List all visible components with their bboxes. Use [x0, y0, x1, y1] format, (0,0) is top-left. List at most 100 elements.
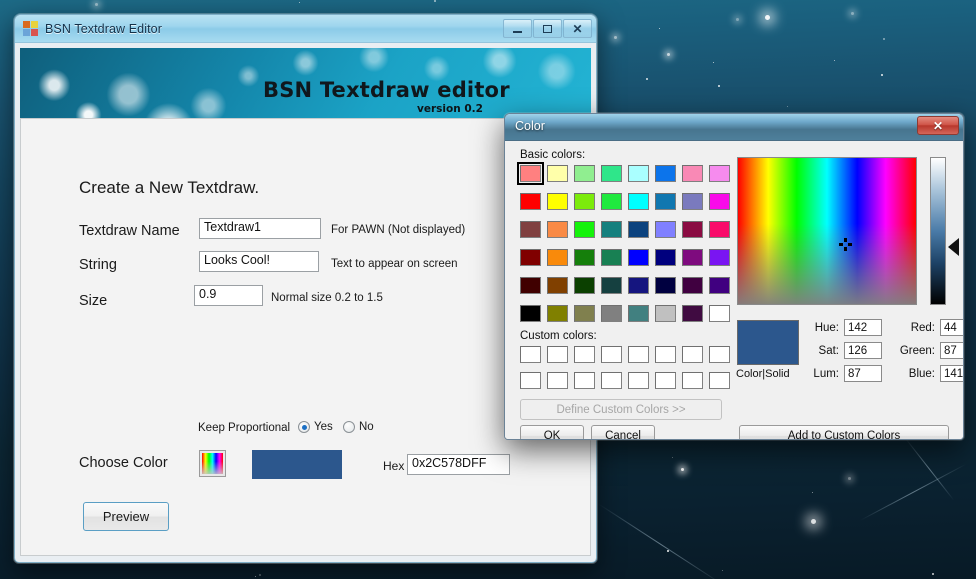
custom-color-swatch[interactable] — [628, 372, 649, 389]
basic-color-swatch[interactable] — [709, 165, 730, 182]
basic-color-swatch[interactable] — [655, 305, 676, 322]
blue-row: Blue: 141 — [891, 365, 963, 382]
basic-color-swatch[interactable] — [520, 277, 541, 294]
custom-color-swatch[interactable] — [628, 346, 649, 363]
basic-color-swatch[interactable] — [574, 249, 595, 266]
custom-colors-grid[interactable] — [520, 346, 734, 393]
color-dialog: Color ✕ Basic colors: Custom colors: Def… — [504, 113, 964, 440]
basic-color-swatch[interactable] — [655, 193, 676, 210]
basic-color-swatch[interactable] — [601, 193, 622, 210]
basic-color-swatch[interactable] — [547, 165, 568, 182]
custom-color-swatch[interactable] — [655, 372, 676, 389]
basic-color-swatch[interactable] — [517, 162, 544, 185]
custom-color-swatch[interactable] — [601, 346, 622, 363]
basic-color-swatch[interactable] — [682, 221, 703, 238]
custom-color-swatch[interactable] — [709, 346, 730, 363]
basic-color-swatch[interactable] — [520, 305, 541, 322]
basic-color-swatch[interactable] — [682, 249, 703, 266]
basic-color-swatch[interactable] — [628, 305, 649, 322]
basic-color-swatch[interactable] — [709, 249, 730, 266]
basic-color-swatch[interactable] — [682, 165, 703, 182]
custom-color-swatch[interactable] — [520, 346, 541, 363]
wallpaper-streak — [904, 437, 955, 501]
custom-color-swatch[interactable] — [682, 372, 703, 389]
basic-color-swatch[interactable] — [628, 193, 649, 210]
basic-color-swatch[interactable] — [601, 221, 622, 238]
basic-colors-grid[interactable] — [517, 162, 734, 326]
custom-color-swatch[interactable] — [547, 372, 568, 389]
maximize-button[interactable] — [533, 19, 562, 38]
custom-color-swatch[interactable] — [574, 372, 595, 389]
basic-color-swatch[interactable] — [628, 249, 649, 266]
basic-color-swatch[interactable] — [574, 165, 595, 182]
size-input[interactable]: 0.9 — [194, 285, 263, 306]
radio-keep-proportional-yes[interactable]: Yes — [298, 421, 333, 433]
basic-color-swatch[interactable] — [655, 165, 676, 182]
custom-color-swatch[interactable] — [682, 346, 703, 363]
basic-color-swatch[interactable] — [655, 221, 676, 238]
basic-color-swatch[interactable] — [709, 193, 730, 210]
basic-color-swatch[interactable] — [709, 277, 730, 294]
preview-button[interactable]: Preview — [83, 502, 169, 531]
basic-color-swatch[interactable] — [682, 305, 703, 322]
basic-color-swatch[interactable] — [655, 277, 676, 294]
basic-color-swatch[interactable] — [547, 249, 568, 266]
custom-color-swatch[interactable] — [547, 346, 568, 363]
textdraw-name-input[interactable]: Textdraw1 — [199, 218, 321, 239]
blue-input[interactable]: 141 — [940, 365, 963, 382]
basic-color-swatch[interactable] — [655, 249, 676, 266]
sat-input[interactable]: 126 — [844, 342, 882, 359]
color-field-crosshair-icon — [839, 238, 852, 251]
custom-color-swatch[interactable] — [709, 372, 730, 389]
ok-button[interactable]: OK — [520, 425, 584, 439]
basic-color-swatch[interactable] — [520, 193, 541, 210]
basic-color-swatch[interactable] — [547, 193, 568, 210]
minimize-button[interactable] — [503, 19, 532, 38]
custom-color-swatch[interactable] — [655, 346, 676, 363]
basic-color-swatch[interactable] — [601, 277, 622, 294]
basic-color-swatch[interactable] — [628, 221, 649, 238]
cancel-button[interactable]: Cancel — [591, 425, 655, 439]
color-dialog-titlebar[interactable]: Color ✕ — [505, 114, 963, 141]
custom-color-swatch[interactable] — [574, 346, 595, 363]
basic-color-swatch[interactable] — [547, 277, 568, 294]
red-input[interactable]: 44 — [940, 319, 963, 336]
basic-color-swatch[interactable] — [574, 221, 595, 238]
selected-color-swatch[interactable] — [252, 450, 342, 479]
add-to-custom-colors-button[interactable]: Add to Custom Colors — [739, 425, 949, 439]
lum-input[interactable]: 87 — [844, 365, 882, 382]
custom-color-swatch[interactable] — [520, 372, 541, 389]
basic-color-swatch[interactable] — [520, 221, 541, 238]
basic-color-swatch[interactable] — [547, 305, 568, 322]
radio-keep-proportional-no[interactable]: No — [343, 421, 374, 433]
basic-color-swatch[interactable] — [574, 277, 595, 294]
basic-color-swatch[interactable] — [574, 305, 595, 322]
app-titlebar[interactable]: BSN Textdraw Editor ✕ — [15, 15, 596, 43]
basic-color-swatch[interactable] — [682, 277, 703, 294]
basic-color-swatch[interactable] — [520, 249, 541, 266]
basic-color-swatch[interactable] — [601, 305, 622, 322]
hue-input[interactable]: 142 — [844, 319, 882, 336]
basic-color-swatch[interactable] — [628, 165, 649, 182]
luminance-slider[interactable] — [930, 157, 946, 305]
wallpaper-star — [434, 0, 437, 3]
basic-color-swatch[interactable] — [601, 165, 622, 182]
basic-color-swatch[interactable] — [547, 221, 568, 238]
color-dialog-close-button[interactable]: ✕ — [917, 116, 959, 135]
string-input[interactable]: Looks Cool! — [199, 251, 319, 272]
wallpaper-star — [713, 62, 715, 64]
close-button[interactable]: ✕ — [563, 19, 592, 38]
color-picker-button[interactable] — [199, 450, 226, 477]
basic-color-swatch[interactable] — [574, 193, 595, 210]
basic-color-swatch[interactable] — [709, 305, 730, 322]
basic-color-swatch[interactable] — [682, 193, 703, 210]
basic-color-swatch[interactable] — [709, 221, 730, 238]
color-spectrum-field[interactable] — [737, 157, 917, 305]
define-custom-colors-button[interactable]: Define Custom Colors >> — [520, 399, 722, 420]
basic-color-swatch[interactable] — [601, 249, 622, 266]
basic-color-swatch[interactable] — [628, 277, 649, 294]
hex-input[interactable]: 0x2C578DFF — [407, 454, 510, 475]
custom-color-swatch[interactable] — [601, 372, 622, 389]
green-input[interactable]: 87 — [940, 342, 963, 359]
luminance-slider-thumb-icon[interactable] — [948, 238, 959, 256]
